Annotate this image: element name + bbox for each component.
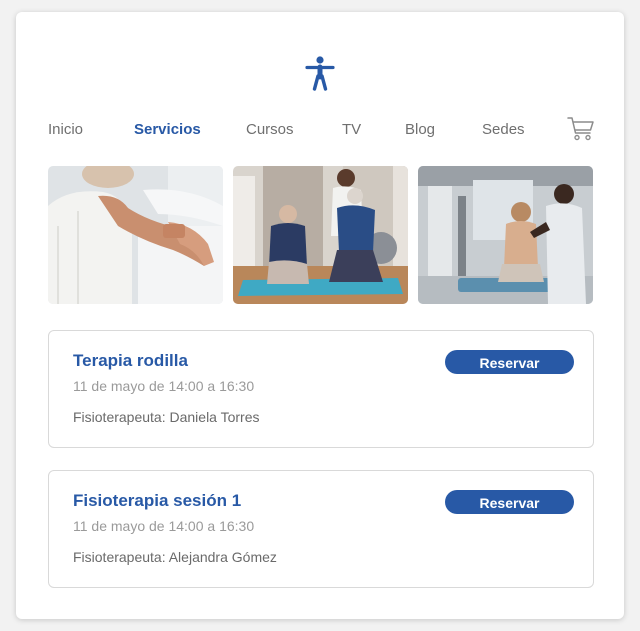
person-logo-icon[interactable] [305,56,335,92]
appointment-title: Terapia rodilla [73,351,188,370]
appointment-therapist: Fisioterapeuta: Daniela Torres [73,409,260,425]
appointment-title: Fisioterapia sesión 1 [73,491,242,510]
nav-item-inicio[interactable]: Inicio [48,121,83,138]
app-window: Inicio Servicios Cursos TV Blog Sedes Te… [16,12,624,619]
physio-back-photo [418,166,593,304]
physio-exercise-photo [233,166,408,304]
reserve-button[interactable]: Reservar [445,490,574,514]
nav-item-cursos[interactable]: Cursos [246,121,294,138]
appointment-card: Fisioterapia sesión 1 11 de mayo de 14:0… [48,470,594,588]
nav-item-blog[interactable]: Blog [405,121,435,138]
appointment-date: 11 de mayo de 14:00 a 16:30 [73,378,255,394]
main-nav: Inicio Servicios Cursos TV Blog Sedes [16,116,624,146]
appointment-date: 11 de mayo de 14:00 a 16:30 [73,518,255,534]
nav-item-tv[interactable]: TV [342,121,361,138]
nav-item-sedes[interactable]: Sedes [482,121,525,138]
shopping-cart-icon[interactable] [567,116,595,142]
appointment-card: Terapia rodilla 11 de mayo de 14:00 a 16… [48,330,594,448]
physio-arm-photo [48,166,223,304]
appointment-therapist: Fisioterapeuta: Alejandra Gómez [73,549,277,565]
reserve-button[interactable]: Reservar [445,350,574,374]
nav-item-servicios[interactable]: Servicios [134,121,201,138]
